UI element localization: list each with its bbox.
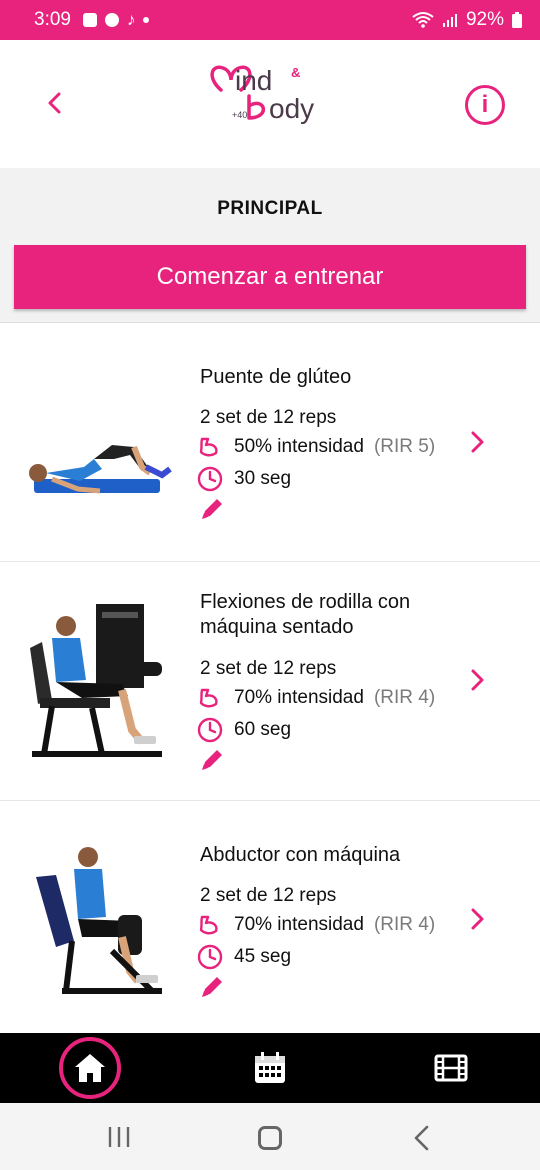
bicep-icon [199, 688, 218, 708]
pencil-icon[interactable] [198, 746, 226, 774]
start-training-button[interactable]: Comenzar a entrenar [14, 245, 526, 309]
exercise-item[interactable]: Puente de glúteo 2 set de 12 reps 50% in… [0, 323, 540, 562]
logo-text-bottom: ody [269, 93, 314, 124]
clock-icon [197, 466, 223, 492]
messenger-notification-icon [104, 13, 119, 27]
rir-text: (RIR 5) [373, 436, 436, 457]
exercise-sets: 2 set de 12 reps [200, 658, 337, 679]
notification-icons: ♪ [82, 10, 150, 30]
chevron-right-icon[interactable] [468, 668, 488, 692]
calendar-icon[interactable] [253, 1051, 287, 1085]
intensity-text: 50% intensidad [234, 436, 364, 457]
recent-apps-icon[interactable] [106, 1125, 132, 1149]
rir-text: (RIR 4) [373, 687, 436, 708]
exercise-title: Puente de glúteo [200, 366, 352, 388]
pencil-icon[interactable] [198, 495, 226, 523]
chevron-left-icon[interactable] [40, 88, 70, 118]
exercise-image-glute-bridge [29, 445, 172, 494]
rest-time-text: 30 seg [234, 468, 292, 489]
intensity-text: 70% intensidad [234, 914, 364, 935]
logo-ampersand: & [291, 65, 300, 80]
more-notifications-icon [143, 17, 150, 23]
exercise-item[interactable]: Abductor con máquina 2 set de 12 reps 70… [0, 801, 540, 1033]
wifi-icon [412, 12, 434, 28]
rest-time-text: 60 seg [234, 719, 292, 740]
exercise-title: Abductor con máquina [200, 844, 401, 866]
info-icon[interactable]: i [465, 85, 505, 125]
clock-icon [197, 944, 223, 970]
exercise-intensity-row: 50% intensidad (RIR 5) [196, 435, 435, 459]
bicep-icon [199, 437, 218, 457]
routine-section: PRINCIPAL Comenzar a entrenar [0, 168, 540, 322]
bottom-navigation [0, 1033, 540, 1103]
battery-icon [512, 12, 522, 28]
status-bar: 3:09 ♪ 92% [0, 0, 540, 40]
exercise-sets: 2 set de 12 reps [200, 407, 337, 428]
system-home-icon[interactable] [258, 1126, 282, 1150]
rest-time-text: 45 seg [234, 946, 292, 967]
home-icon [75, 1054, 105, 1082]
exercise-time-row: 60 seg [196, 716, 291, 744]
nav-home-button[interactable] [59, 1037, 121, 1099]
section-title: PRINCIPAL [217, 198, 323, 219]
exercise-time-row: 30 seg [196, 465, 291, 493]
exercise-image-abductor [36, 847, 162, 994]
gallery-notification-icon [82, 13, 97, 27]
signal-icon [442, 14, 457, 27]
chevron-right-icon[interactable] [468, 907, 488, 931]
exercise-item[interactable]: Flexiones de rodilla con máquina sentado… [0, 562, 540, 801]
bicep-icon [199, 915, 218, 935]
chevron-right-icon[interactable] [468, 430, 488, 454]
exercise-sets: 2 set de 12 reps [200, 885, 337, 906]
system-back-icon[interactable] [410, 1125, 434, 1151]
exercise-title: Flexiones de rodilla con máquina sentado [200, 591, 411, 638]
app-header: ind & ody +40 i [0, 40, 540, 168]
exercise-intensity-row: 70% intensidad (RIR 4) [196, 913, 435, 937]
rir-text: (RIR 4) [373, 914, 436, 935]
exercise-image-leg-curl [30, 604, 162, 757]
film-icon[interactable] [434, 1053, 468, 1083]
exercise-intensity-row: 70% intensidad (RIR 4) [196, 686, 435, 710]
mind-and-body-logo: ind & ody +40 [210, 65, 314, 124]
system-navigation-bar [0, 1103, 540, 1170]
battery-level: 92% [465, 9, 504, 30]
status-time: 3:09 [34, 9, 71, 30]
exercise-time-row: 45 seg [196, 943, 291, 971]
intensity-text: 70% intensidad [234, 687, 364, 708]
clock-icon [197, 717, 223, 743]
pencil-icon[interactable] [198, 973, 226, 1001]
logo-age: +40 [232, 110, 247, 120]
tiktok-notification-icon: ♪ [126, 10, 136, 29]
logo-text-top: ind [235, 65, 272, 96]
